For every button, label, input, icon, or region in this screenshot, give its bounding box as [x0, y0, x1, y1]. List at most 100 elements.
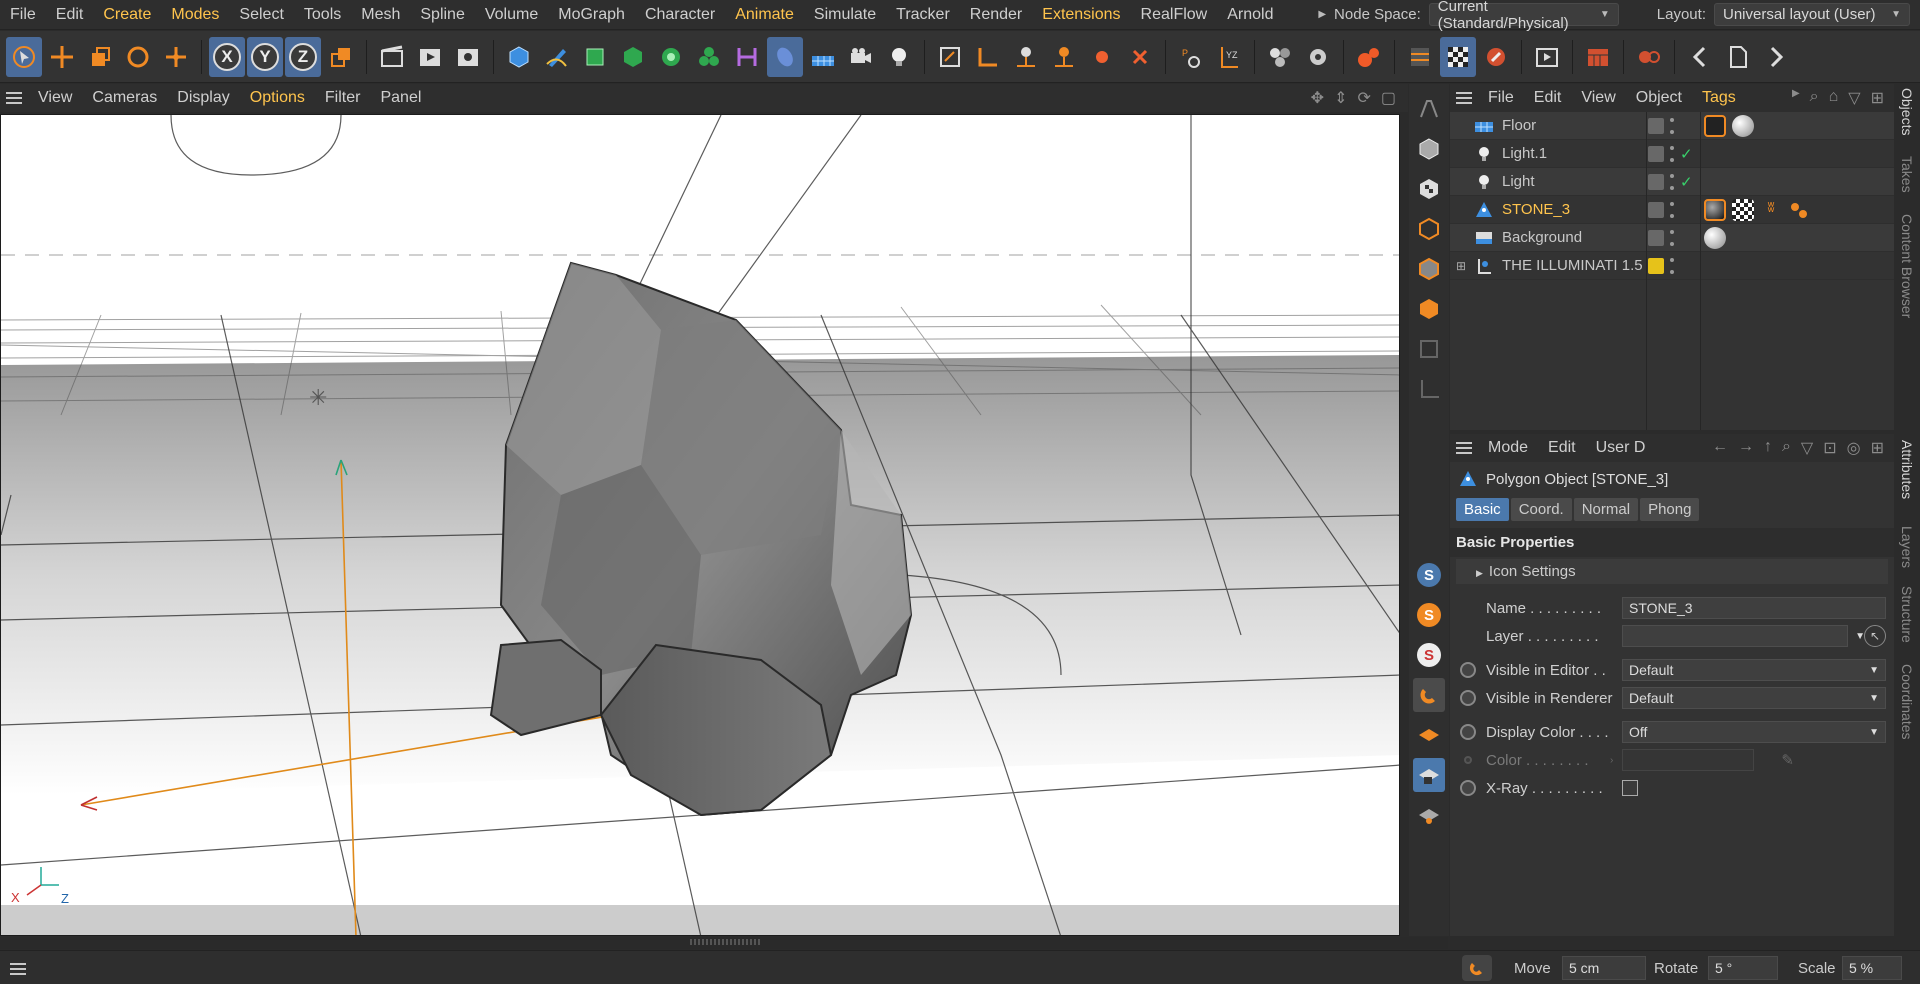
- menu-render[interactable]: Render: [960, 0, 1032, 30]
- material-tag-icon[interactable]: [1732, 114, 1754, 137]
- visibility-dots[interactable]: [1670, 117, 1674, 134]
- 3d-viewport[interactable]: ✳ X Z: [0, 114, 1400, 936]
- weight-button[interactable]: [1084, 37, 1120, 77]
- menu-file[interactable]: File: [0, 0, 46, 30]
- xray-checkbox[interactable]: [1622, 780, 1638, 796]
- name-field[interactable]: STONE_3: [1622, 597, 1886, 619]
- dolly-view-icon[interactable]: ⇕: [1334, 88, 1347, 108]
- object-row-floor[interactable]: Floor: [1450, 112, 1894, 140]
- uvw-tag-icon[interactable]: [1788, 199, 1810, 221]
- axis-x-button[interactable]: X: [209, 36, 245, 77]
- menu-create[interactable]: Create: [93, 0, 161, 30]
- render-view-button[interactable]: [412, 37, 448, 77]
- move-view-icon[interactable]: ✥: [1311, 88, 1324, 108]
- layer-flag[interactable]: [1648, 117, 1664, 134]
- polygon-mode-button[interactable]: [1413, 292, 1445, 326]
- transform-tool-button[interactable]: [158, 37, 194, 77]
- move-tool-button[interactable]: [44, 37, 80, 77]
- side-tab-content-browser[interactable]: Content Browser: [1899, 214, 1915, 318]
- side-tab-layers[interactable]: Layers: [1899, 526, 1915, 568]
- cloner-button[interactable]: [653, 37, 689, 77]
- visibility-dots[interactable]: [1670, 229, 1674, 246]
- select-tool-button[interactable]: [6, 36, 42, 77]
- viewport-menu-display[interactable]: Display: [167, 89, 239, 107]
- node-space-dropdown[interactable]: Current (Standard/Physical) ▼: [1428, 0, 1619, 32]
- side-tab-structure[interactable]: Structure: [1899, 586, 1915, 643]
- visibility-dots[interactable]: [1670, 173, 1674, 190]
- animate-radio-icon[interactable]: [1460, 690, 1476, 706]
- field-button[interactable]: [767, 36, 803, 77]
- snap-settings-icon[interactable]: [1462, 955, 1492, 981]
- visibility-dots[interactable]: [1670, 145, 1674, 162]
- menu-character[interactable]: Character: [635, 0, 725, 30]
- drag-handle-icon[interactable]: [690, 939, 760, 945]
- object-row-light-1[interactable]: Light.1 ✓: [1450, 140, 1894, 168]
- script-button[interactable]: [932, 37, 968, 77]
- side-tab-attributes[interactable]: Attributes: [1899, 440, 1915, 499]
- arnold-checker-button[interactable]: [1440, 36, 1476, 77]
- layer-flag-yellow[interactable]: [1648, 257, 1664, 274]
- arrow-up-icon[interactable]: ↑: [1764, 438, 1772, 458]
- stone-material-tag-icon[interactable]: [1704, 198, 1726, 221]
- viewport-menu-cameras[interactable]: Cameras: [82, 89, 167, 107]
- visibility-dots[interactable]: [1670, 201, 1674, 218]
- layer-flag[interactable]: [1648, 145, 1664, 162]
- objects-menu-file[interactable]: File: [1478, 89, 1524, 107]
- move-step-field[interactable]: 5 cm: [1562, 956, 1646, 980]
- tab-basic[interactable]: Basic: [1456, 497, 1509, 521]
- axis-z-button[interactable]: Z: [285, 36, 321, 77]
- objects-menu-edit[interactable]: Edit: [1524, 89, 1572, 107]
- layer-flag[interactable]: [1648, 201, 1664, 218]
- home-icon[interactable]: ⌂: [1829, 88, 1839, 108]
- side-tab-coordinates[interactable]: Coordinates: [1899, 664, 1915, 740]
- tab-normal[interactable]: Normal: [1573, 497, 1639, 521]
- side-tab-takes[interactable]: Takes: [1899, 156, 1915, 193]
- rotate-tool-button[interactable]: [120, 37, 156, 77]
- objects-menu-view[interactable]: View: [1571, 89, 1625, 107]
- render-queue-button[interactable]: [1529, 37, 1565, 77]
- layer-flag[interactable]: [1648, 229, 1664, 246]
- forward-button[interactable]: [1758, 37, 1794, 77]
- rotate-step-field[interactable]: 5 °: [1708, 956, 1778, 980]
- menu-modes[interactable]: Modes: [161, 0, 229, 30]
- animate-radio-icon[interactable]: [1460, 662, 1476, 678]
- menu-arnold[interactable]: Arnold: [1217, 0, 1283, 30]
- menu-volume[interactable]: Volume: [475, 0, 548, 30]
- axis-mode-button[interactable]: [1413, 372, 1445, 406]
- timeline-button[interactable]: [1580, 37, 1616, 77]
- arnold-render-button[interactable]: [1478, 37, 1514, 77]
- mograph-button[interactable]: [691, 37, 727, 77]
- objects-menu-object[interactable]: Object: [1626, 89, 1692, 107]
- layer-flag[interactable]: [1648, 173, 1664, 190]
- realflow-button[interactable]: [1351, 37, 1387, 77]
- solo-button[interactable]: S: [1413, 558, 1445, 592]
- search-icon[interactable]: ⌕: [1782, 438, 1791, 458]
- object-row-illuminati[interactable]: ⊞ THE ILLUMINATI 1.5: [1450, 252, 1894, 280]
- workplane-button[interactable]: [1413, 718, 1445, 752]
- coordinate-system-button[interactable]: [323, 37, 359, 77]
- joint-button[interactable]: [1008, 37, 1044, 77]
- enable-snap-button[interactable]: [1413, 678, 1445, 712]
- document-button[interactable]: [1720, 37, 1756, 77]
- floor-button[interactable]: [805, 37, 841, 77]
- camera-button[interactable]: [843, 37, 879, 77]
- animate-radio-icon[interactable]: [1460, 724, 1476, 740]
- menu-select[interactable]: Select: [229, 0, 293, 30]
- menu-simulate[interactable]: Simulate: [804, 0, 886, 30]
- subdivision-button[interactable]: [577, 37, 613, 77]
- hamburger-icon[interactable]: [1450, 442, 1478, 454]
- object-mode-button[interactable]: [1413, 132, 1445, 166]
- tab-phong[interactable]: Phong: [1640, 497, 1700, 521]
- menu-realflow[interactable]: RealFlow: [1131, 0, 1218, 30]
- icon-settings-group[interactable]: ▶ Icon Settings: [1456, 559, 1888, 584]
- viewport-menu-panel[interactable]: Panel: [370, 89, 431, 107]
- side-tab-objects[interactable]: Objects: [1899, 88, 1915, 135]
- visibility-dots[interactable]: [1670, 257, 1674, 274]
- solo-single-button[interactable]: S: [1413, 598, 1445, 632]
- material-button[interactable]: [1262, 37, 1298, 77]
- pen-button[interactable]: [539, 37, 575, 77]
- clapboard-tag-icon[interactable]: [1704, 114, 1726, 137]
- menu-animate[interactable]: Animate: [725, 0, 804, 30]
- filter-icon[interactable]: ▽: [1848, 88, 1860, 108]
- settings-button[interactable]: [1300, 37, 1336, 77]
